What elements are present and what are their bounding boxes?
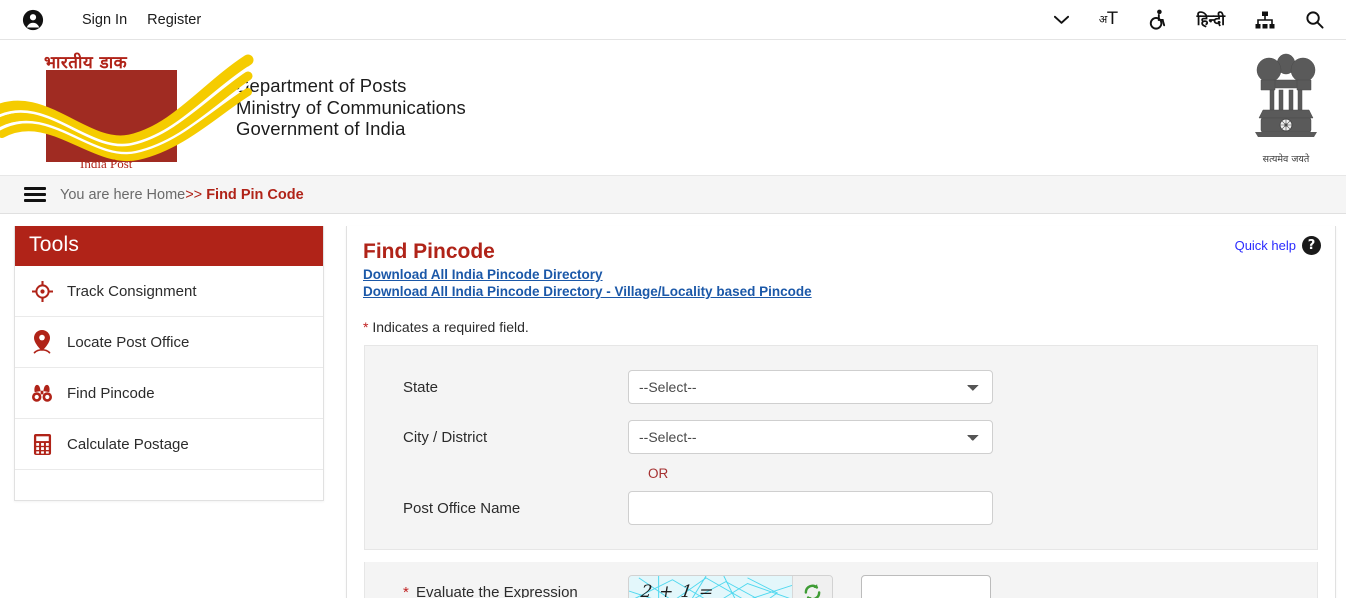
city-district-label: City / District <box>403 428 488 446</box>
national-emblem: सत्यमेव जयते <box>1248 50 1324 166</box>
sign-in-link[interactable]: Sign In <box>72 8 137 32</box>
captcha-expression: 2 + 1 = <box>639 582 716 598</box>
language-hindi-link[interactable]: हिन्दी <box>1197 10 1225 30</box>
text-size-small-label: अ <box>1098 13 1108 26</box>
post-office-name-input[interactable] <box>628 491 993 525</box>
post-office-row: Post Office Name <box>365 483 1317 533</box>
state-row: State --Select-- <box>365 362 1317 412</box>
main-content-panel: Quick help ? Find Pincode Download All I… <box>346 226 1336 598</box>
masthead: भारतीय डाक India Post Department of Post… <box>0 40 1346 176</box>
hamburger-menu-icon[interactable] <box>24 184 46 205</box>
utility-right-group: अT हिन्दी <box>1053 9 1328 30</box>
sidebar-item-track-consignment[interactable]: Track Consignment <box>15 266 323 317</box>
dept-line-2: Ministry of Communications <box>236 96 466 118</box>
breadcrumb-separator: >> <box>185 186 203 203</box>
ashoka-lion-capital-icon <box>1255 53 1317 137</box>
refresh-icon <box>804 583 821 598</box>
sidebar-item-label: Locate Post Office <box>67 333 190 351</box>
captcha-section: * Evaluate the Expression 2 + 1 = <box>364 562 1318 598</box>
pincode-search-form: State --Select-- City / District --Selec… <box>364 345 1318 550</box>
state-label: State <box>403 378 439 396</box>
accessibility-wheelchair-icon[interactable] <box>1148 9 1167 30</box>
captcha-required-asterisk: * <box>403 583 409 598</box>
target-crosshair-icon <box>31 279 53 303</box>
sidebar-item-find-pincode[interactable]: Find Pincode <box>15 368 323 419</box>
tools-sidebar: Tools Track Consignment Locate Post Offi… <box>14 226 324 501</box>
captcha-widget: 2 + 1 = <box>628 575 833 598</box>
dept-line-3: Government of India <box>236 118 406 140</box>
chevron-down-icon[interactable] <box>1053 15 1069 25</box>
required-field-note: * Indicates a required field. <box>363 319 1325 335</box>
logo-english-text: India Post <box>80 155 133 171</box>
captcha-label: * Evaluate the Expression <box>383 584 628 598</box>
sidebar-item-label: Calculate Postage <box>67 435 189 453</box>
sidebar-item-label: Find Pincode <box>67 384 155 402</box>
captcha-image: 2 + 1 = <box>629 576 792 598</box>
quick-help-link[interactable]: Quick help <box>1235 238 1296 253</box>
sidebar-item-label: Track Consignment <box>67 282 197 300</box>
text-size-icon[interactable]: अT <box>1099 11 1118 28</box>
sidebar-item-locate-post-office[interactable]: Locate Post Office <box>15 317 323 368</box>
download-pincode-directory-link[interactable]: Download All India Pincode Directory <box>363 267 1325 282</box>
captcha-refresh-button[interactable] <box>792 576 832 598</box>
breadcrumb-current-page: Find Pin Code <box>206 186 304 203</box>
help-question-icon[interactable]: ? <box>1302 236 1321 255</box>
breadcrumb: You are here Home>> Find Pin Code <box>0 176 1346 214</box>
sidebar-title: Tools <box>15 226 323 266</box>
sidebar-item-calculate-postage[interactable]: Calculate Postage <box>15 419 323 470</box>
download-village-pincode-directory-link[interactable]: Download All India Pincode Directory - V… <box>363 284 1325 299</box>
city-district-select[interactable]: --Select-- <box>628 420 993 454</box>
captcha-label-text: Evaluate the Expression <box>411 583 578 598</box>
page-title: Find Pincode <box>363 240 495 263</box>
city-district-row: City / District --Select-- <box>365 412 1317 462</box>
text-size-large-label: T <box>1107 9 1118 29</box>
breadcrumb-text: You are here Home>> Find Pin Code <box>60 187 304 203</box>
page-body: Tools Track Consignment Locate Post Offi… <box>0 214 1346 598</box>
binoculars-icon <box>31 381 53 405</box>
or-divider-text: OR <box>648 466 669 481</box>
required-note-text: Indicates a required field. <box>368 319 529 335</box>
captcha-answer-input[interactable] <box>861 575 991 598</box>
calculator-icon <box>31 432 53 456</box>
department-title: Department of Posts Ministry of Communic… <box>236 75 466 140</box>
search-icon[interactable] <box>1305 10 1324 29</box>
dept-line-1: Department of Posts <box>236 75 407 97</box>
account-circle-icon[interactable] <box>22 9 44 31</box>
logo-swoosh-graphic <box>0 54 254 161</box>
utility-left-group: Sign In Register <box>22 8 211 32</box>
sitemap-icon[interactable] <box>1255 11 1275 29</box>
utility-bar: Sign In Register अT हिन्दी <box>0 0 1346 40</box>
emblem-caption: सत्यमेव जयते <box>1262 154 1310 165</box>
india-post-logo[interactable]: भारतीय डाक India Post <box>0 42 254 174</box>
post-office-name-label: Post Office Name <box>403 499 521 517</box>
quick-help[interactable]: Quick help ? <box>1235 236 1321 255</box>
state-select[interactable]: --Select-- <box>628 370 993 404</box>
map-pin-icon <box>31 330 53 354</box>
register-link[interactable]: Register <box>137 8 211 32</box>
breadcrumb-prefix: You are here Home <box>60 186 186 203</box>
